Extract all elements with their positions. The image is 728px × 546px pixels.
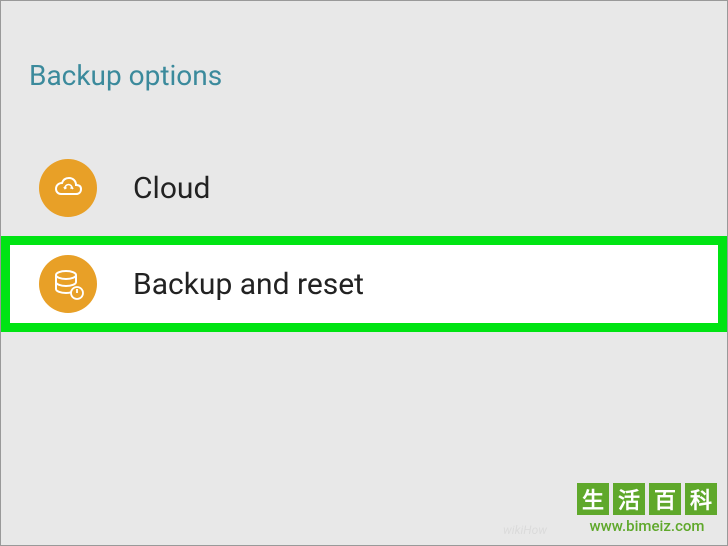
wikihow-watermark: wikiHow (503, 523, 547, 537)
menu-label-backup-reset: Backup and reset (133, 267, 364, 302)
menu-item-backup-reset[interactable]: Backup and reset (1, 236, 727, 332)
settings-screen: Backup options Cloud (0, 0, 728, 546)
wm-char-3: 科 (685, 483, 717, 515)
wm-char-2: 百 (649, 483, 681, 515)
menu-label-cloud: Cloud (133, 171, 210, 206)
watermark-chinese: 生 活 百 科 (577, 483, 717, 515)
section-title: Backup options (1, 1, 727, 92)
menu-item-cloud[interactable]: Cloud (1, 140, 727, 236)
menu-list: Cloud Backup and reset (1, 140, 727, 332)
wm-char-1: 活 (613, 483, 645, 515)
database-power-icon (39, 255, 97, 313)
watermark-url: www.bimeiz.com (590, 517, 705, 535)
cloud-sync-icon (39, 159, 97, 217)
wm-char-0: 生 (577, 483, 609, 515)
site-watermark: 生 活 百 科 www.bimeiz.com (577, 483, 717, 535)
